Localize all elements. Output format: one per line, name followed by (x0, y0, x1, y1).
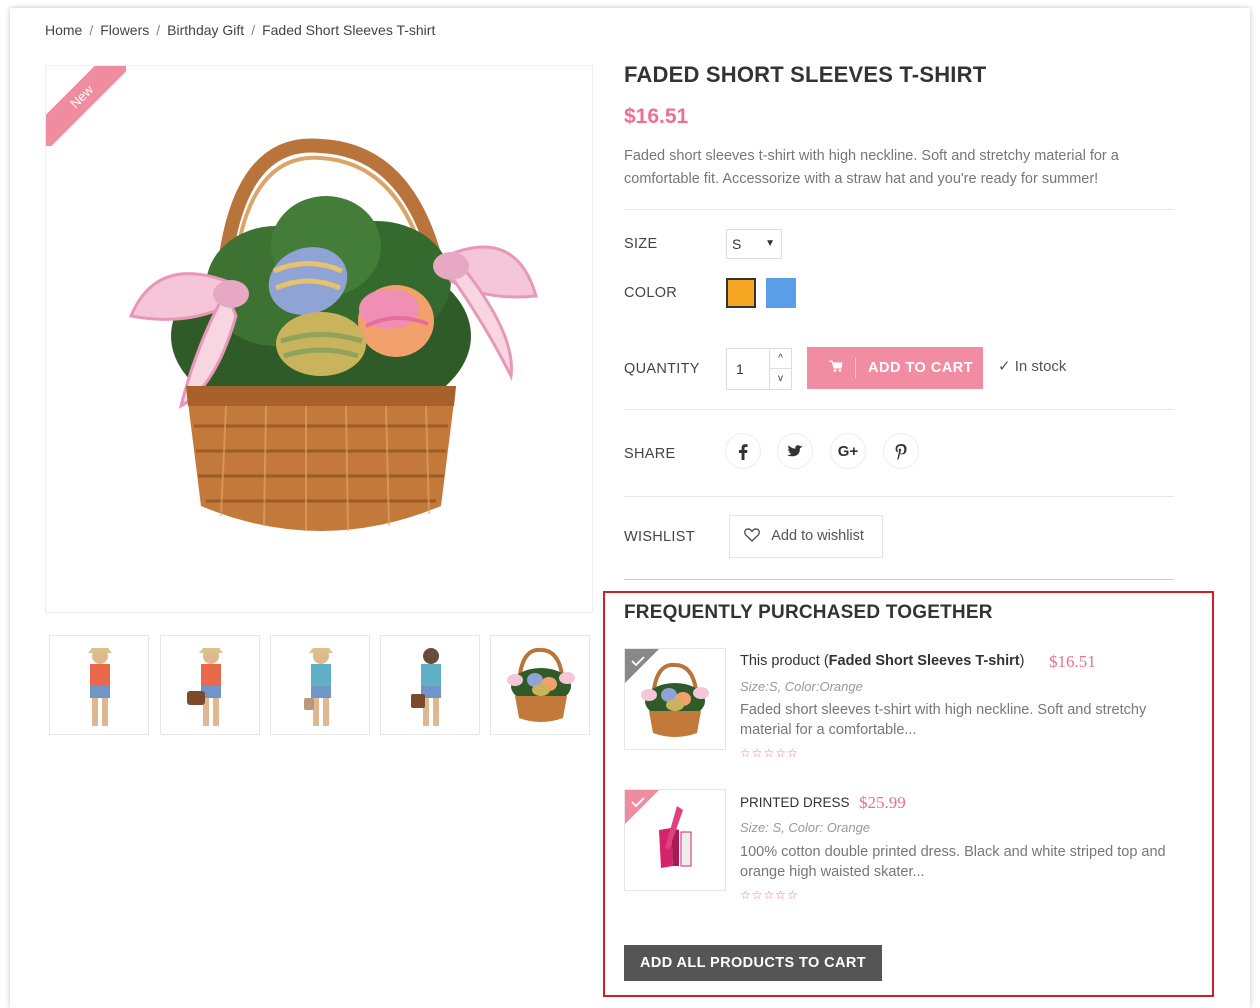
main-product-image[interactable]: New (45, 65, 593, 613)
fpt-item-1-image[interactable] (624, 648, 726, 750)
heart-icon (744, 528, 771, 544)
quantity-input[interactable]: 1 (736, 361, 744, 377)
gift-basket-thumb (507, 647, 575, 722)
product-description: Faded short sleeves t-shirt with high ne… (624, 148, 1119, 187)
fpt-item-1-attributes: Size:S, Color:Orange (740, 679, 863, 694)
divider (624, 579, 1174, 580)
product-price: $16.51 (624, 105, 689, 128)
breadcrumb-birthday-gift[interactable]: Birthday Gift (167, 22, 244, 38)
woman-blue-top-thumb (304, 648, 333, 726)
stock-status: ✓ In stock (998, 358, 1067, 375)
fpt-item-2-attributes: Size: S, Color: Orange (740, 820, 871, 835)
thumbnail-3[interactable] (270, 635, 370, 735)
fpt-item-2-price: $25.99 (859, 793, 906, 812)
divider (624, 496, 1174, 497)
wishlist-label: WISHLIST (624, 529, 695, 545)
check-icon: ✓ (998, 358, 1011, 375)
breadcrumb-flowers[interactable]: Flowers (100, 22, 149, 38)
add-to-cart-label: ADD TO CART (868, 360, 974, 376)
thumbnail-5[interactable] (490, 635, 590, 735)
printed-dress-thumb (625, 790, 692, 868)
fpt-item-2-description: 100% cotton double printed dress. Black … (740, 844, 1166, 880)
add-to-wishlist-button[interactable]: Add to wishlist (729, 515, 883, 558)
woman-bag-thumb (187, 648, 223, 726)
woman-handbag-thumb (411, 648, 441, 726)
size-value: S (732, 236, 742, 252)
fpt-item-1-description: Faded short sleeves t-shirt with high ne… (740, 702, 1147, 738)
share-label: SHARE (624, 446, 676, 462)
add-to-cart-button[interactable]: ADD TO CART (807, 347, 983, 389)
breadcrumb-current: Faded Short Sleeves T-shirt (262, 22, 436, 38)
breadcrumb: Home / Flowers / Birthday Gift / Faded Short S… (45, 22, 436, 38)
fpt-item-1-rating: ☆☆☆☆☆ (740, 746, 799, 760)
divider (624, 409, 1174, 410)
divider (624, 209, 1174, 210)
quantity-stepper[interactable]: 1 ^ v (726, 348, 792, 390)
add-all-to-cart-button[interactable]: ADD ALL PRODUCTS TO CART (624, 945, 882, 981)
product-title: FADED SHORT SLEEVES T-SHIRT (624, 62, 987, 87)
quantity-increment-button[interactable]: ^ (769, 349, 791, 369)
facebook-icon[interactable] (725, 433, 761, 469)
color-swatch-blue[interactable] (766, 278, 796, 308)
quantity-label: QUANTITY (624, 361, 700, 377)
quantity-decrement-button[interactable]: v (769, 369, 791, 389)
color-swatch-orange[interactable] (726, 278, 756, 308)
gift-basket-thumb (625, 649, 709, 737)
breadcrumb-home[interactable]: Home (45, 22, 82, 38)
frequently-purchased-title: FREQUENTLY PURCHASED TOGETHER (624, 602, 993, 623)
pinterest-icon[interactable] (883, 433, 919, 469)
fpt-item-2-image[interactable] (624, 789, 726, 891)
woman-tshirt-thumb (88, 648, 112, 726)
gift-basket-image (128, 138, 538, 532)
google-plus-icon[interactable]: G+ (830, 433, 866, 469)
fpt-item-1-price: $16.51 (1049, 652, 1096, 671)
size-select[interactable]: S ▼ (726, 229, 782, 259)
fpt-item-2-name[interactable]: PRINTED DRESS (740, 795, 850, 810)
thumbnail-1[interactable] (49, 635, 149, 735)
size-label: SIZE (624, 236, 658, 252)
thumbnail-2[interactable] (160, 635, 260, 735)
thumbnail-4[interactable] (380, 635, 480, 735)
fpt-item-2-rating: ☆☆☆☆☆ (740, 888, 799, 902)
cart-icon (829, 347, 843, 389)
fpt-item-1-name[interactable]: This product (Faded Short Sleeves T-shir… (740, 653, 1024, 669)
chevron-down-icon: ▼ (765, 238, 775, 249)
twitter-icon[interactable] (777, 433, 813, 469)
new-badge: New (46, 66, 126, 146)
color-label: COLOR (624, 285, 678, 301)
